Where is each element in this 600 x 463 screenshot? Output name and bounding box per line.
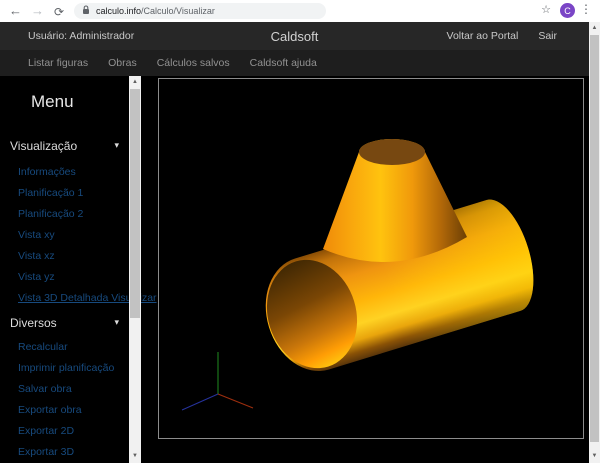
url-domain: calculo.info: [96, 6, 141, 16]
diversos-items: Recalcular Imprimir planificação Salvar …: [18, 337, 129, 463]
sidebar-item-vista-xy[interactable]: Vista xy: [18, 225, 129, 246]
scroll-down-icon[interactable]: ▼: [129, 450, 141, 463]
chevron-down-icon: ▾: [114, 140, 119, 151]
branch-opening: [359, 139, 425, 165]
axis-x-red: [218, 394, 253, 408]
sidebar-item-imprimir-planificacao[interactable]: Imprimir planificação: [18, 358, 129, 379]
sidebar-item-vista-yz[interactable]: Vista yz: [18, 267, 129, 288]
page-scrollbar-thumb[interactable]: [590, 35, 599, 442]
scroll-down-icon[interactable]: ▼: [589, 450, 600, 463]
app-topbar: Usuário: Administrador Caldsoft Voltar a…: [0, 22, 589, 50]
sidebar-item-exportar-obra[interactable]: Exportar obra: [18, 400, 129, 421]
sidebar-item-vista-3d[interactable]: Vista 3D Detalhada Visualizar: [18, 288, 129, 309]
url-path: /Calculo/Visualizar: [141, 6, 215, 16]
app-navbar: Listar figuras Obras Cálculos salvos Cal…: [0, 50, 589, 76]
sidebar-item-recalcular[interactable]: Recalcular: [18, 337, 129, 358]
browser-toolbar: ← → ⟳ calculo.info/Calculo/Visualizar ☆ …: [0, 0, 600, 22]
sidebar-item-exportar-2d[interactable]: Exportar 2D: [18, 421, 129, 442]
bookmark-star-icon[interactable]: ☆: [541, 3, 551, 16]
nav-calculos-salvos[interactable]: Cálculos salvos: [157, 57, 230, 69]
axes-widget: [182, 352, 253, 410]
nav-listar-figuras[interactable]: Listar figuras: [28, 57, 88, 69]
link-voltar-portal[interactable]: Voltar ao Portal: [447, 30, 519, 42]
sidebar-scrollbar-thumb[interactable]: [130, 89, 140, 318]
page-scrollbar[interactable]: ▲ ▼: [589, 22, 600, 463]
screen: ← → ⟳ calculo.info/Calculo/Visualizar ☆ …: [0, 0, 600, 463]
topbar-links: Voltar ao Portal Sair: [447, 30, 557, 42]
page: Usuário: Administrador Caldsoft Voltar a…: [0, 22, 589, 463]
sidebar-menu: Menu Visualização ▾ Informações Planific…: [0, 76, 129, 463]
section-diversos-label: Diversos: [10, 316, 57, 330]
nav-obras[interactable]: Obras: [108, 57, 137, 69]
section-visualizacao-label: Visualização: [10, 139, 77, 153]
section-diversos[interactable]: Diversos ▾: [10, 316, 121, 330]
sidebar-item-vista-xz[interactable]: Vista xz: [18, 246, 129, 267]
sidebar-item-exportar-3d[interactable]: Exportar 3D: [18, 442, 129, 463]
browser-menu-icon[interactable]: ⋮: [580, 2, 592, 16]
axis-z-blue: [182, 394, 218, 410]
chevron-down-icon: ▾: [114, 317, 119, 328]
profile-avatar[interactable]: C: [560, 3, 575, 18]
lock-icon: [82, 2, 90, 20]
link-sair[interactable]: Sair: [538, 30, 557, 42]
back-icon[interactable]: ←: [9, 2, 22, 20]
sidebar-item-planificacao-1[interactable]: Planificação 1: [18, 183, 129, 204]
address-bar[interactable]: calculo.info/Calculo/Visualizar: [74, 3, 326, 19]
forward-icon[interactable]: →: [31, 2, 44, 20]
sidebar-item-planificacao-2[interactable]: Planificação 2: [18, 204, 129, 225]
sidebar-item-informacoes[interactable]: Informações: [18, 162, 129, 183]
nav-caldsoft-ajuda[interactable]: Caldsoft ajuda: [250, 57, 317, 69]
scroll-up-icon[interactable]: ▲: [129, 76, 141, 89]
scroll-up-icon[interactable]: ▲: [589, 22, 600, 35]
sidebar-item-salvar-obra[interactable]: Salvar obra: [18, 379, 129, 400]
section-visualizacao[interactable]: Visualização ▾: [10, 139, 121, 153]
visualizacao-items: Informações Planificação 1 Planificação …: [18, 162, 129, 309]
sidebar-scrollbar[interactable]: ▲ ▼: [129, 76, 141, 463]
url-text: calculo.info/Calculo/Visualizar: [96, 6, 215, 16]
pipe-branch-cone: [323, 139, 467, 262]
3d-viewport-canvas[interactable]: [158, 78, 584, 439]
reload-icon[interactable]: ⟳: [54, 3, 64, 21]
t-pipe-3d-render: [159, 79, 583, 438]
menu-title: Menu: [31, 92, 74, 112]
